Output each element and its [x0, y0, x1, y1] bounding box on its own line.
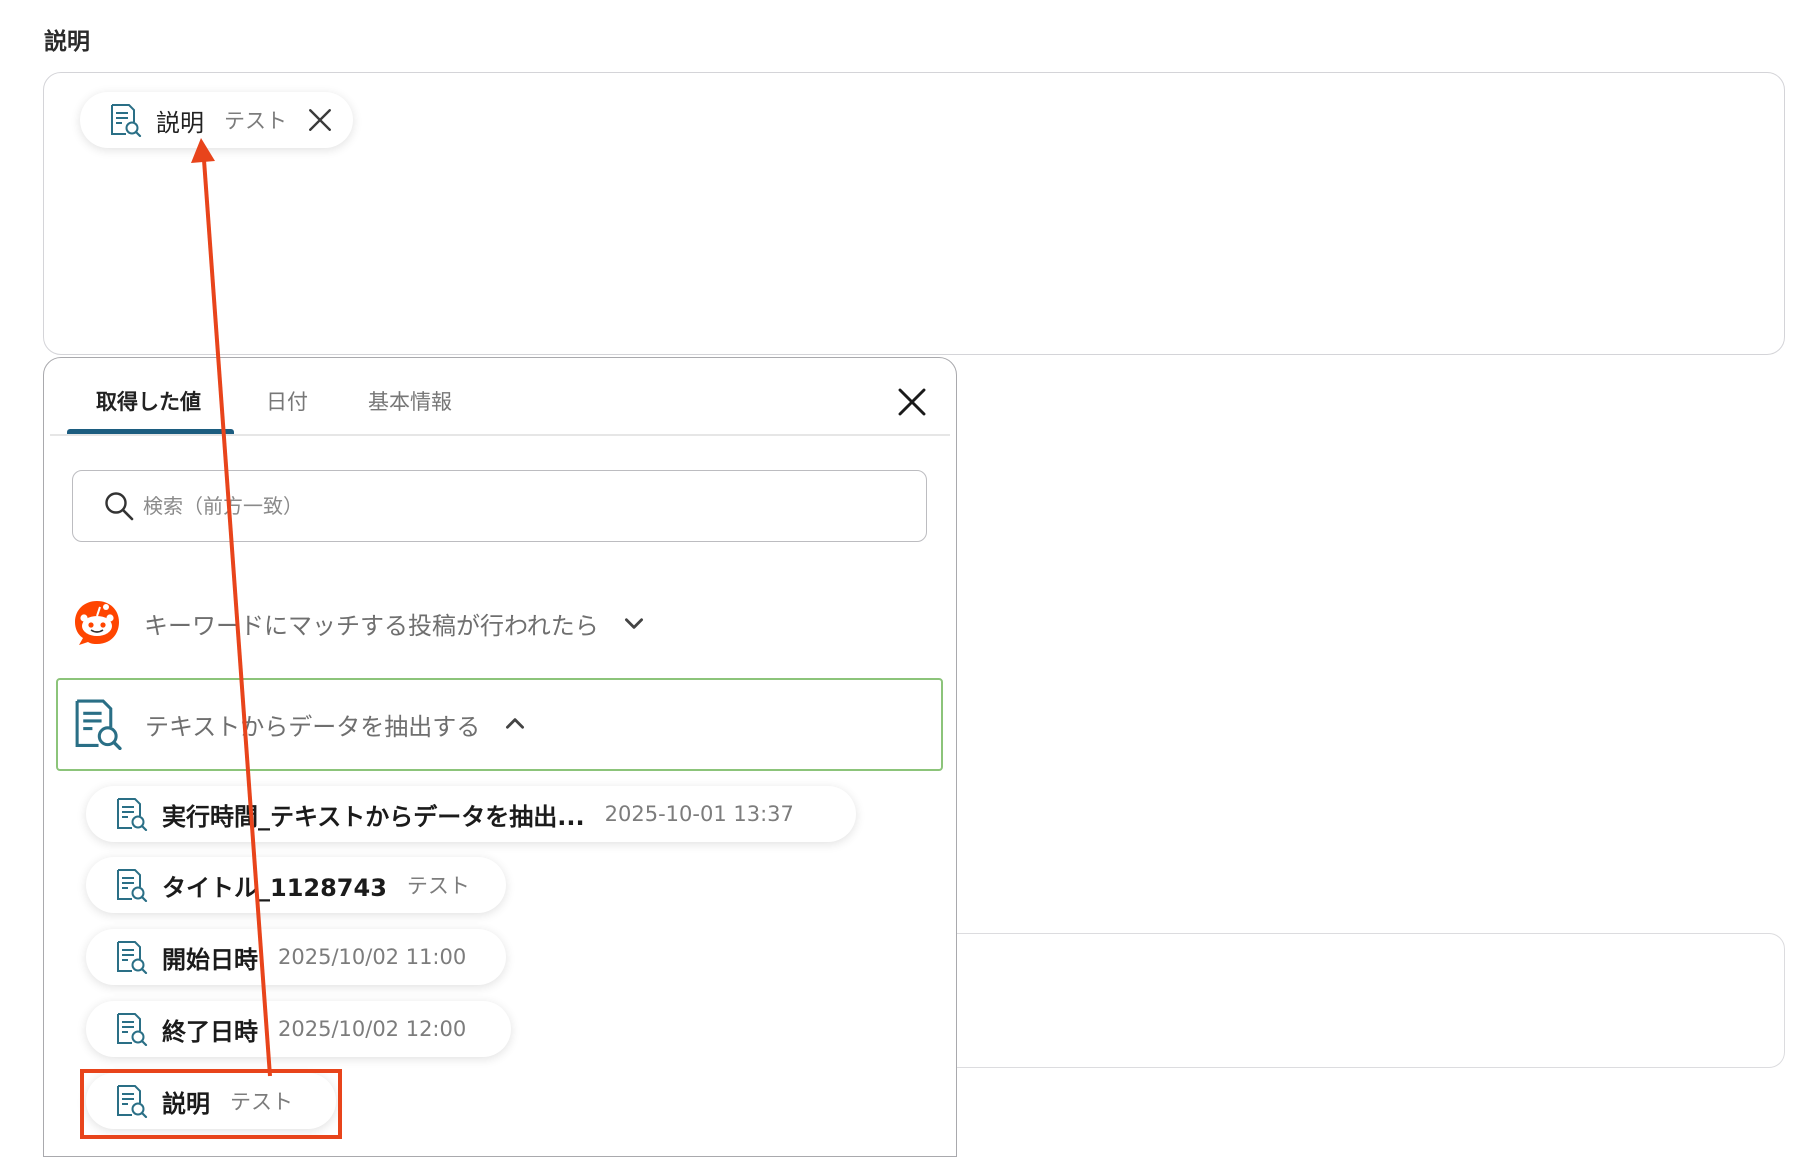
document-search-icon — [71, 698, 123, 750]
chevron-down-icon — [624, 618, 643, 629]
variable-picker-popup: 取得した値 日付 基本情報 キーワードにマッチする投稿が行われたら — [43, 357, 957, 1157]
tab-basic-info[interactable]: 基本情報 — [368, 386, 452, 416]
list-item[interactable]: 終了日時 2025/10/02 12:00 — [86, 1001, 511, 1057]
reddit-logo-icon — [75, 601, 119, 645]
item-name: タイトル_1128743 — [162, 873, 387, 902]
list-item[interactable]: 開始日時 2025/10/02 11:00 — [86, 929, 506, 985]
group-title: テキストからデータを抽出する — [145, 712, 481, 741]
group-title: キーワードにマッチする投稿が行われたら — [144, 611, 599, 640]
tab-date[interactable]: 日付 — [266, 386, 308, 416]
document-search-icon — [114, 1012, 148, 1046]
annotation-highlight-box — [80, 1069, 342, 1139]
item-name: 開始日時 — [162, 945, 258, 974]
item-name: 終了日時 — [162, 1017, 258, 1046]
chip-value: テスト — [224, 109, 287, 133]
tabs-divider — [50, 434, 950, 436]
close-icon[interactable] — [896, 386, 928, 418]
background-field — [940, 933, 1785, 1068]
item-value: 2025-10-01 13:37 — [604, 802, 794, 826]
document-search-icon — [114, 868, 148, 902]
description-textarea[interactable]: 説明 テスト — [43, 72, 1785, 355]
chevron-up-icon — [506, 718, 525, 729]
search-icon — [105, 492, 134, 521]
chip-name: 説明 — [156, 108, 204, 137]
item-value: 2025/10/02 12:00 — [278, 1017, 467, 1041]
list-item[interactable]: タイトル_1128743 テスト — [86, 857, 506, 913]
close-icon[interactable] — [307, 107, 333, 133]
list-item[interactable]: 実行時間_テキストからデータを抽出... 2025-10-01 13:37 — [86, 786, 856, 842]
group-reddit-trigger[interactable]: キーワードにマッチする投稿が行われたら — [72, 598, 647, 648]
document-search-icon — [114, 940, 148, 974]
item-name: 実行時間_テキストからデータを抽出... — [162, 802, 585, 831]
variable-chip[interactable]: 説明 テスト — [80, 92, 353, 148]
tab-acquired-values[interactable]: 取得した値 — [96, 386, 201, 416]
group-text-extraction[interactable]: テキストからデータを抽出する — [71, 698, 528, 750]
document-search-icon — [108, 103, 142, 137]
search-field[interactable] — [72, 470, 927, 542]
field-label: 説明 — [44, 29, 90, 55]
search-input[interactable] — [141, 493, 865, 519]
item-value: 2025/10/02 11:00 — [278, 945, 467, 969]
document-search-icon — [114, 797, 148, 831]
item-value: テスト — [406, 874, 470, 898]
